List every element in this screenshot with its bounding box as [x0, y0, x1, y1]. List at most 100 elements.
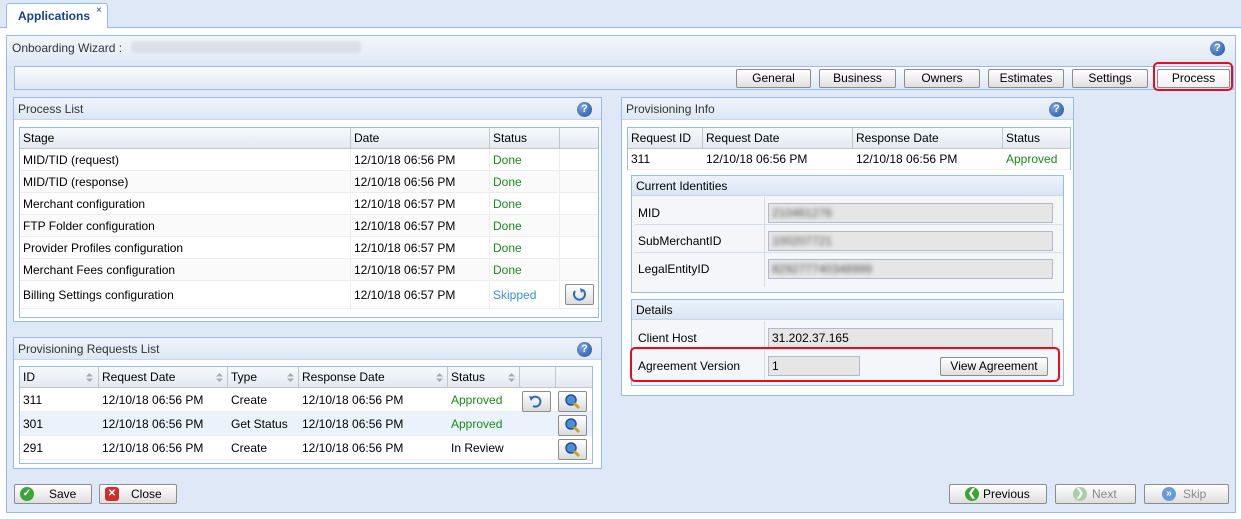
- client-host-value: 31.202.37.165: [772, 331, 849, 345]
- column-status[interactable]: Status: [1006, 131, 1040, 145]
- table-row[interactable]: 301 12/10/18 06:56 PM Get Status 12/10/18 0…: [20, 412, 592, 436]
- provisioning-info-grid: Request ID Request Date Response Date St…: [627, 127, 1071, 170]
- date-cell: 12/10/18 06:57 PM: [354, 219, 456, 233]
- grid-header: Request ID Request Date Response Date St…: [628, 128, 1070, 149]
- column-request-date[interactable]: Request Date: [102, 370, 175, 384]
- process-list-title: Process List: [18, 102, 84, 116]
- column-request-date[interactable]: Request Date: [706, 131, 779, 145]
- client-host-label: Client Host: [638, 331, 697, 345]
- nav-owners-button[interactable]: Owners: [904, 69, 980, 88]
- column-response-date[interactable]: Response Date: [856, 131, 939, 145]
- tab-applications[interactable]: Applications ×: [6, 3, 108, 28]
- next-button[interactable]: ❯ Next: [1055, 484, 1136, 504]
- client-host-field[interactable]: 31.202.37.165: [768, 328, 1053, 348]
- skip-icon: »: [1162, 487, 1176, 501]
- requests-grid: ID Request Date Type Response Date Statu…: [19, 366, 593, 464]
- table-row[interactable]: Merchant Fees configuration 12/10/18 06:5…: [20, 259, 598, 281]
- submerchantid-field[interactable]: 100207721: [768, 231, 1053, 251]
- table-row[interactable]: MID/TID (response) 12/10/18 06:56 PM Done: [20, 171, 598, 193]
- status-cell: Done: [493, 153, 522, 167]
- previous-label: Previous: [983, 487, 1030, 501]
- table-row[interactable]: 291 12/10/18 06:56 PM Create 12/10/18 06:56…: [20, 436, 592, 460]
- resend-icon: [529, 395, 542, 408]
- wizard-subtitle-redacted: [131, 41, 361, 53]
- process-list-header: Process List ?: [14, 98, 601, 120]
- stage-cell: MID/TID (response): [23, 175, 129, 189]
- arrow-right-icon: ❯: [1073, 487, 1087, 501]
- request-id: 311: [631, 152, 651, 166]
- close-button[interactable]: ✕ Close: [99, 484, 177, 504]
- mid-field[interactable]: 210461276: [768, 203, 1053, 223]
- save-label: Save: [49, 487, 77, 501]
- current-identities-title: Current Identities: [636, 179, 728, 193]
- date-cell: 12/10/18 06:57 PM: [354, 263, 456, 277]
- column-date[interactable]: Date: [354, 131, 379, 145]
- table-row[interactable]: 311 12/10/18 06:56 PM Create 12/10/18 06:56…: [20, 388, 592, 412]
- legalentityid-label: LegalEntityID: [638, 262, 710, 276]
- column-status[interactable]: Status: [493, 131, 527, 145]
- table-row[interactable]: Billing Settings configuration 12/10/18 0…: [20, 281, 598, 309]
- table-row[interactable]: Provider Profiles configuration 12/10/18 …: [20, 237, 598, 259]
- sort-icon: [216, 373, 223, 382]
- status-cell: In Review: [451, 441, 504, 455]
- view-request-button[interactable]: [558, 439, 587, 460]
- magnifier-icon: [565, 442, 581, 458]
- id-cell: 311: [23, 393, 43, 407]
- status-cell: Approved: [451, 393, 503, 407]
- date-cell: 12/10/18 06:57 PM: [354, 197, 456, 211]
- nav-estimates-button[interactable]: Estimates: [988, 69, 1064, 88]
- help-icon[interactable]: ?: [577, 102, 592, 117]
- response-date-cell: 12/10/18 06:56 PM: [302, 393, 404, 407]
- process-list-panel: Process List ? Stage Date Status MID/TID…: [13, 97, 602, 322]
- date-cell: 12/10/18 06:56 PM: [354, 153, 456, 167]
- column-request-id[interactable]: Request ID: [631, 131, 691, 145]
- nav-general-button[interactable]: General: [736, 69, 811, 88]
- column-response-date[interactable]: Response Date: [302, 370, 385, 384]
- help-icon[interactable]: ?: [1049, 102, 1064, 117]
- column-stage[interactable]: Stage: [23, 131, 54, 145]
- save-button[interactable]: ✓ Save: [14, 484, 92, 504]
- status-cell: Done: [493, 175, 522, 189]
- close-label: Close: [131, 487, 162, 501]
- agreement-highlight: [630, 347, 1060, 382]
- mid-value: 210461276: [772, 206, 833, 220]
- nav-business-button[interactable]: Business: [819, 69, 896, 88]
- status-cell: Done: [493, 263, 522, 277]
- requests-list-title: Provisioning Requests List: [18, 342, 160, 356]
- id-cell: 291: [23, 441, 44, 455]
- stage-cell: Merchant configuration: [23, 197, 146, 211]
- refresh-button[interactable]: [565, 284, 594, 305]
- arrow-left-icon: ❮: [965, 487, 979, 501]
- view-request-button[interactable]: [558, 391, 587, 412]
- type-cell: Create: [231, 393, 268, 407]
- status-cell: Approved: [451, 417, 503, 431]
- table-row[interactable]: MID/TID (request) 12/10/18 06:56 PM Done: [20, 149, 598, 171]
- help-icon[interactable]: ?: [577, 342, 592, 357]
- provisioning-requests-panel: Provisioning Requests List ? ID Request …: [13, 337, 602, 469]
- table-row[interactable]: 311 12/10/18 06:56 PM 12/10/18 06:56 PM …: [628, 149, 1070, 170]
- sort-icon: [436, 373, 443, 382]
- table-row[interactable]: Merchant configuration 12/10/18 06:57 PM D…: [20, 193, 598, 215]
- skip-button[interactable]: » Skip: [1144, 484, 1229, 504]
- column-type[interactable]: Type: [231, 370, 257, 384]
- provisioning-info-title: Provisioning Info: [626, 102, 715, 116]
- previous-button[interactable]: ❮ Previous: [949, 484, 1047, 504]
- date-cell: 12/10/18 06:56 PM: [354, 175, 456, 189]
- column-id[interactable]: ID: [23, 370, 35, 384]
- check-icon: ✓: [20, 487, 34, 501]
- tab-close-icon[interactable]: ×: [96, 5, 102, 16]
- legalentityid-field[interactable]: 829277740348999: [768, 259, 1053, 279]
- response-date-cell: 12/10/18 06:56 PM: [302, 417, 404, 431]
- view-request-button[interactable]: [558, 415, 587, 436]
- response-date: 12/10/18 06:56 PM: [856, 152, 958, 166]
- close-icon: ✕: [105, 487, 119, 501]
- type-cell: Get Status: [231, 417, 288, 431]
- details-title: Details: [636, 303, 673, 317]
- column-status[interactable]: Status: [451, 370, 485, 384]
- nav-settings-button[interactable]: Settings: [1072, 69, 1148, 88]
- help-icon[interactable]: ?: [1210, 41, 1225, 56]
- stage-cell: Merchant Fees configuration: [23, 263, 176, 277]
- table-row[interactable]: FTP Folder configuration 12/10/18 06:57 P…: [20, 215, 598, 237]
- resend-button[interactable]: [522, 391, 551, 412]
- legalentityid-value: 829277740348999: [772, 262, 873, 276]
